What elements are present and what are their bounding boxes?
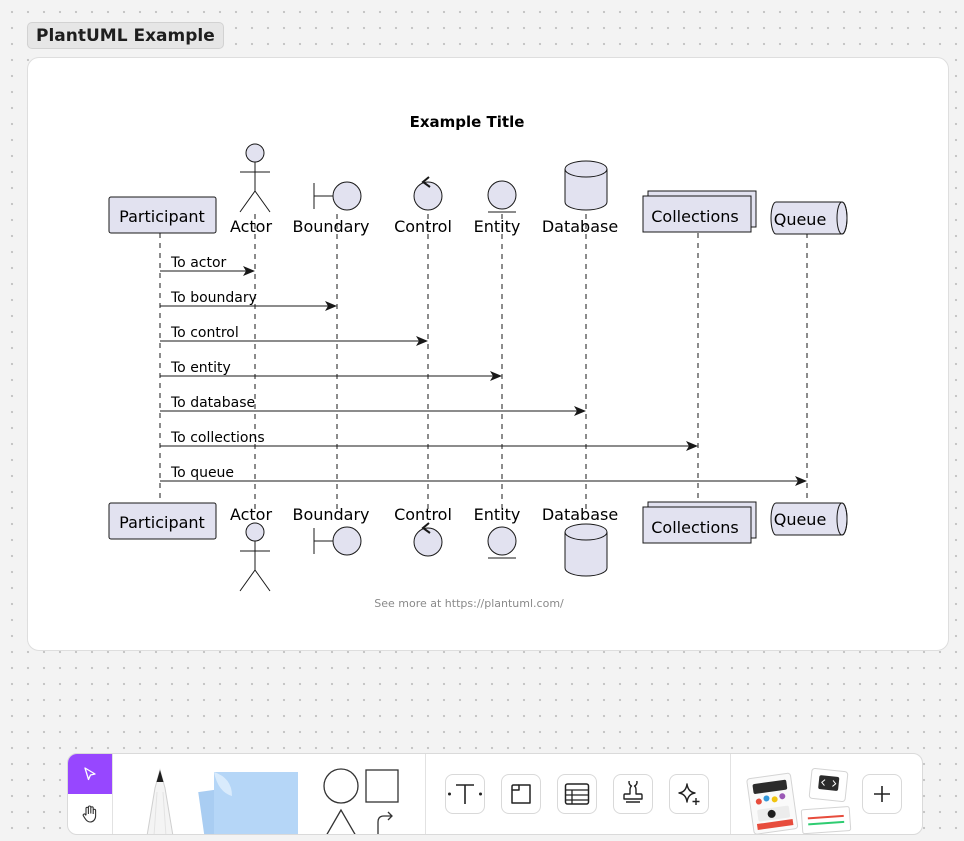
footer-link[interactable]: See more at https://plantuml.com/ bbox=[374, 597, 564, 610]
diagram-frame[interactable]: Example Title Participant Actor Boundary bbox=[27, 57, 949, 651]
ai-sparkle-icon bbox=[678, 783, 700, 805]
svg-text:Boundary: Boundary bbox=[292, 217, 369, 236]
entity-bottom[interactable]: Entity bbox=[474, 505, 521, 559]
svg-text:To entity: To entity bbox=[170, 360, 231, 376]
svg-text:Actor: Actor bbox=[230, 505, 273, 524]
boundary-bottom[interactable]: Boundary bbox=[292, 505, 370, 556]
svg-text:Participant: Participant bbox=[119, 207, 205, 226]
message-to-entity[interactable]: To entity bbox=[160, 360, 502, 381]
svg-text:Entity: Entity bbox=[474, 505, 521, 524]
pen-icon[interactable] bbox=[138, 768, 182, 835]
toolbar-divider bbox=[112, 754, 113, 834]
message-to-actor[interactable]: To actor bbox=[160, 255, 255, 276]
database-bottom[interactable]: Database bbox=[542, 505, 618, 577]
stamp-icon bbox=[623, 781, 643, 803]
text-tool-button[interactable] bbox=[445, 774, 485, 814]
section-icon bbox=[511, 784, 531, 804]
plugins-icon[interactable] bbox=[746, 768, 856, 835]
plus-icon bbox=[874, 786, 890, 802]
collections-top[interactable]: Collections bbox=[642, 190, 757, 233]
message-to-queue[interactable]: To queue bbox=[160, 465, 807, 486]
stamp-tool-button[interactable] bbox=[613, 774, 653, 814]
svg-text:Database: Database bbox=[542, 505, 618, 524]
pointer-tool-button[interactable] bbox=[68, 754, 112, 794]
add-button[interactable] bbox=[862, 774, 902, 814]
svg-text:To control: To control bbox=[170, 325, 239, 341]
queue-bottom[interactable]: Queue bbox=[770, 502, 848, 536]
sticky-note-icon[interactable] bbox=[198, 764, 308, 835]
actor-bottom[interactable]: Actor bbox=[230, 505, 273, 592]
message-to-collections[interactable]: To collections bbox=[160, 430, 698, 451]
message-to-control[interactable]: To control bbox=[160, 325, 428, 346]
svg-text:Control: Control bbox=[394, 505, 452, 524]
hand-tool-button[interactable] bbox=[68, 794, 112, 834]
control-top[interactable]: Control bbox=[394, 176, 452, 236]
svg-text:Queue: Queue bbox=[774, 510, 827, 529]
shapes-icon[interactable] bbox=[320, 766, 402, 835]
database-top[interactable]: Database bbox=[542, 160, 618, 236]
table-icon bbox=[564, 783, 590, 805]
diagram-title: Example Title bbox=[410, 113, 525, 131]
control-bottom[interactable]: Control bbox=[394, 505, 452, 557]
toolbar-divider bbox=[730, 754, 731, 834]
queue-top[interactable]: Queue bbox=[770, 201, 848, 235]
svg-text:To actor: To actor bbox=[170, 255, 227, 271]
text-icon bbox=[448, 784, 482, 804]
svg-text:Database: Database bbox=[542, 217, 618, 236]
collections-bottom[interactable]: Collections bbox=[642, 501, 757, 544]
sequence-diagram: Example Title Participant Actor Boundary bbox=[108, 113, 848, 610]
svg-text:Participant: Participant bbox=[119, 513, 205, 532]
entity-top[interactable]: Entity bbox=[474, 180, 521, 236]
message-to-boundary[interactable]: To boundary bbox=[160, 290, 337, 311]
actor-top[interactable]: Actor bbox=[230, 143, 273, 236]
message-to-database[interactable]: To database bbox=[160, 395, 586, 416]
bottom-toolbar bbox=[67, 753, 923, 835]
section-tool-button[interactable] bbox=[501, 774, 541, 814]
svg-text:Collections: Collections bbox=[651, 518, 738, 537]
svg-text:Boundary: Boundary bbox=[292, 505, 369, 524]
svg-text:Entity: Entity bbox=[474, 217, 521, 236]
svg-text:To collections: To collections bbox=[170, 430, 265, 446]
boundary-top[interactable]: Boundary bbox=[292, 181, 370, 236]
toolbar-divider bbox=[425, 754, 426, 834]
ai-tool-button[interactable] bbox=[669, 774, 709, 814]
svg-text:To database: To database bbox=[170, 395, 255, 411]
hand-icon bbox=[82, 805, 97, 823]
table-tool-button[interactable] bbox=[557, 774, 597, 814]
frame-label[interactable]: PlantUML Example bbox=[27, 22, 224, 49]
svg-text:Actor: Actor bbox=[230, 217, 273, 236]
pointer-icon bbox=[84, 767, 96, 781]
svg-text:To boundary: To boundary bbox=[170, 290, 257, 306]
svg-text:Control: Control bbox=[394, 217, 452, 236]
participant-top[interactable]: Participant bbox=[108, 196, 217, 234]
svg-text:Collections: Collections bbox=[651, 207, 738, 226]
participant-bottom[interactable]: Participant bbox=[108, 502, 217, 540]
svg-text:To queue: To queue bbox=[170, 465, 234, 481]
svg-text:Queue: Queue bbox=[774, 210, 827, 229]
